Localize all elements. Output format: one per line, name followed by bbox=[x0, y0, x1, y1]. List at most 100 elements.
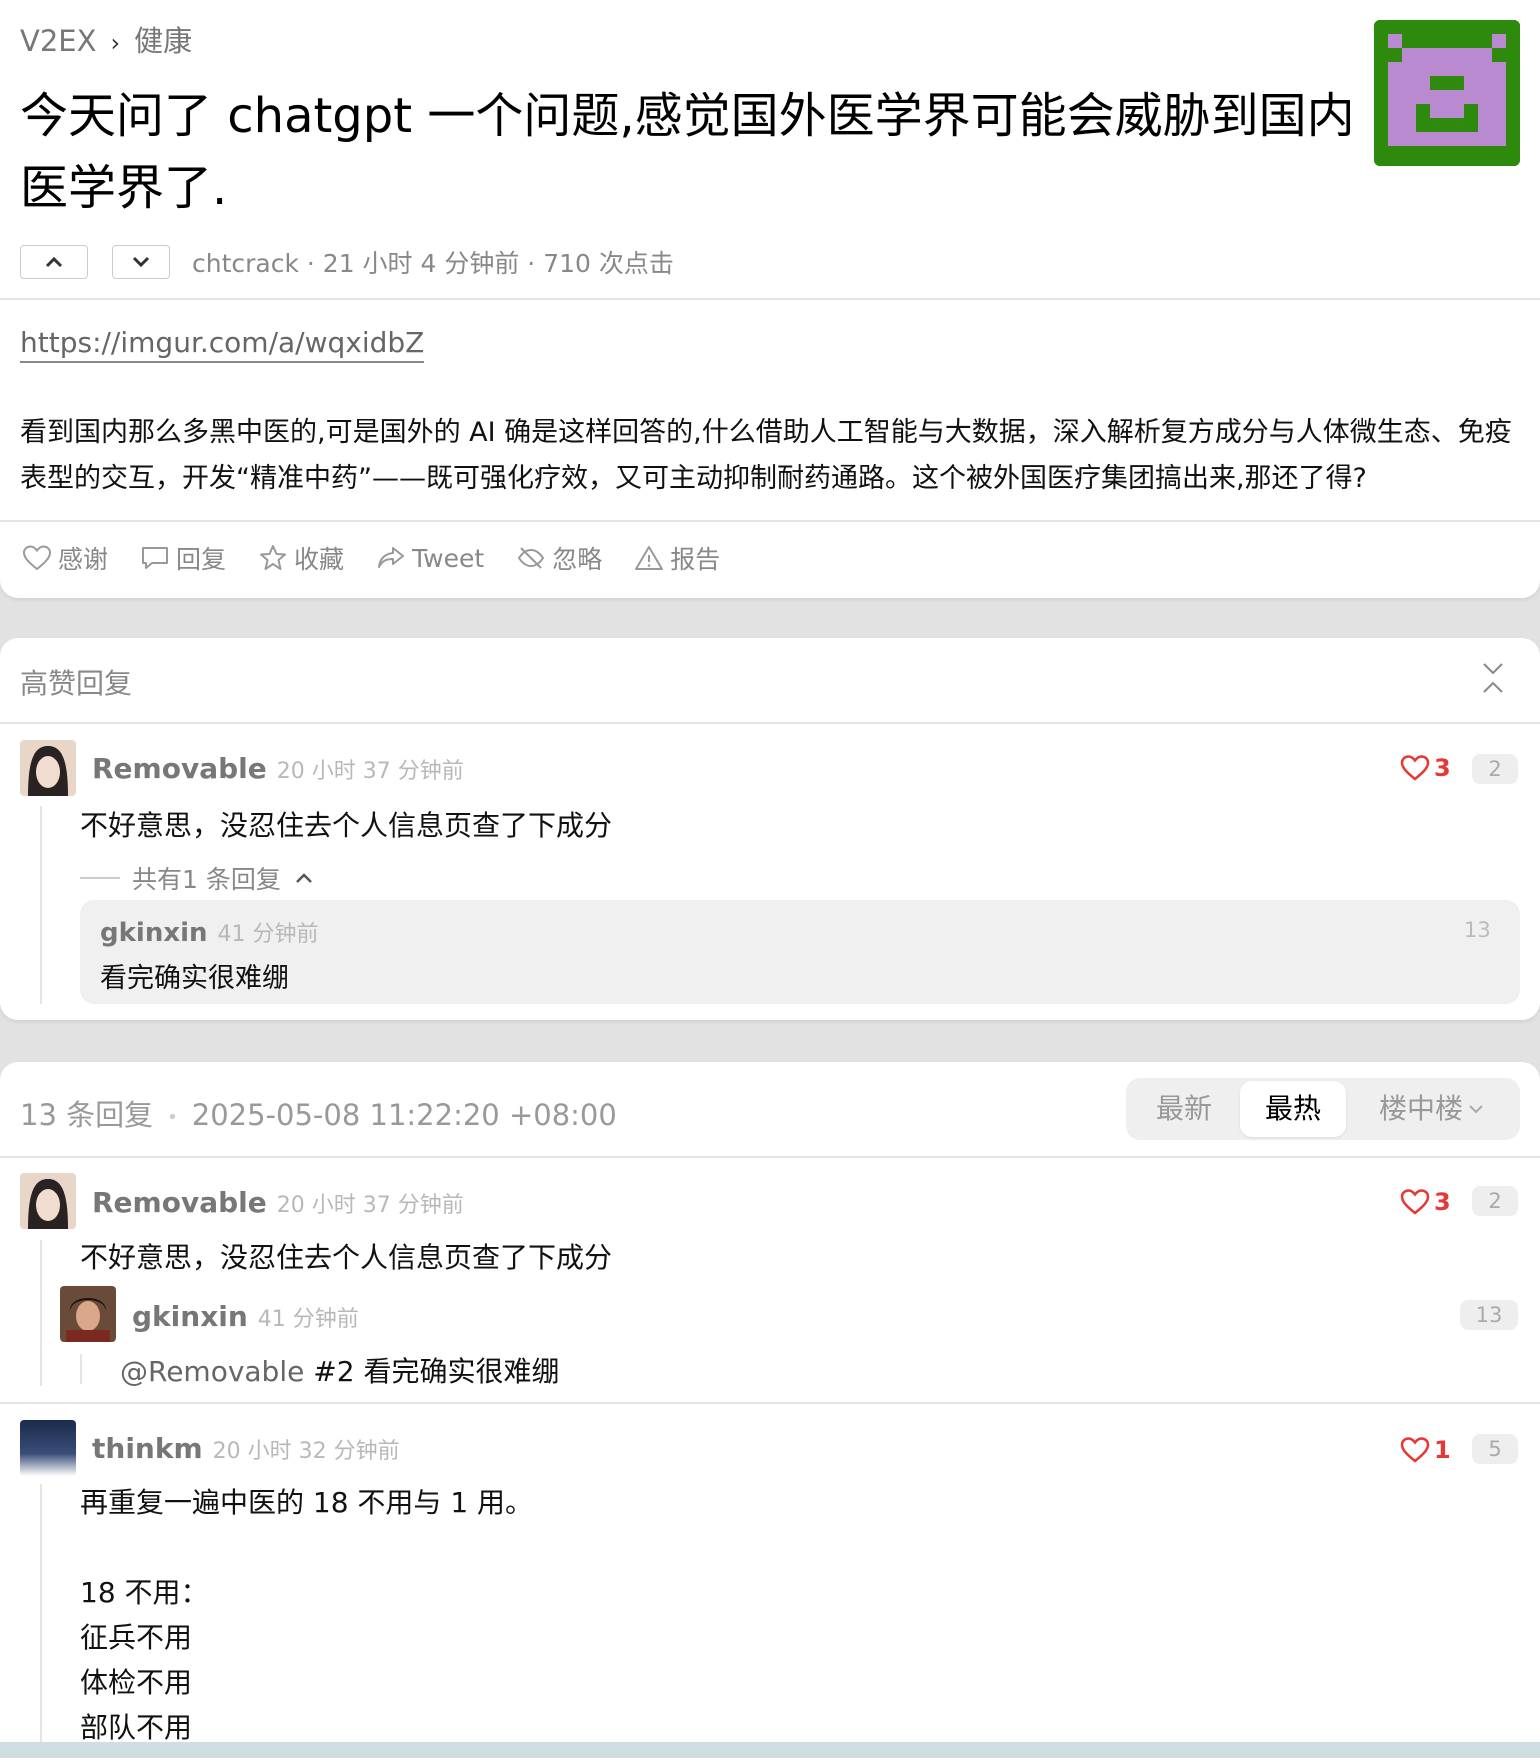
eye-off-icon bbox=[518, 547, 545, 569]
reply-count: 13 条回复 bbox=[20, 1098, 154, 1132]
ignore-button[interactable]: 忽略 bbox=[516, 540, 602, 576]
tweet-button[interactable]: Tweet bbox=[376, 540, 484, 576]
divider bbox=[0, 520, 1540, 522]
heart-icon bbox=[22, 545, 52, 571]
thread-line bbox=[40, 806, 42, 1004]
pixel-avatar-icon bbox=[1374, 20, 1520, 166]
reply-username[interactable]: Removable bbox=[92, 752, 267, 785]
report-label: 报告 bbox=[670, 545, 721, 574]
floor-ref[interactable]: #2 bbox=[313, 1355, 354, 1388]
reply-time: 20 小时 37 分钟前 bbox=[276, 1193, 464, 1218]
warning-icon bbox=[635, 546, 664, 570]
breadcrumb-separator: › bbox=[110, 29, 121, 57]
divider bbox=[0, 722, 1540, 724]
upvote-button[interactable] bbox=[20, 245, 88, 279]
child-reply-content: @Removable #2 看完确实很难绷 bbox=[120, 1350, 559, 1390]
user-avatar-icon bbox=[20, 1173, 76, 1229]
favorite-button[interactable]: 收藏 bbox=[258, 540, 344, 576]
header-dot: • bbox=[167, 1106, 178, 1128]
floor-number: 2 bbox=[1472, 1186, 1518, 1216]
toggle-line bbox=[80, 877, 120, 879]
heart-icon bbox=[1400, 1437, 1430, 1463]
topic-title: 今天问了 chatgpt 一个问题,感觉国外医学界可能会威胁到国内医学界了. bbox=[20, 88, 1355, 216]
last-reply-datetime: 2025-05-08 11:22:20 +08:00 bbox=[191, 1098, 617, 1132]
star-icon bbox=[260, 545, 287, 570]
chevron-down-icon bbox=[132, 256, 150, 268]
sub-reply-username[interactable]: gkinxin bbox=[100, 918, 208, 948]
tab-hot[interactable]: 最热 bbox=[1240, 1081, 1346, 1137]
breadcrumb: V2EX › 健康 bbox=[20, 18, 192, 60]
user-avatar-icon bbox=[60, 1286, 116, 1342]
like-count[interactable]: 3 bbox=[1400, 754, 1451, 782]
floor-number: 13 bbox=[1460, 1300, 1518, 1330]
like-count[interactable]: 3 bbox=[1400, 1188, 1451, 1216]
tab-latest[interactable]: 最新 bbox=[1126, 1078, 1242, 1140]
reply-username[interactable]: thinkm bbox=[92, 1432, 203, 1465]
collapse-button[interactable] bbox=[1480, 660, 1506, 700]
divider bbox=[0, 1402, 1540, 1404]
chevron-up-icon bbox=[295, 873, 312, 883]
favorite-label: 收藏 bbox=[294, 545, 345, 574]
breadcrumb-node-link[interactable]: 健康 bbox=[134, 24, 192, 58]
thank-button[interactable]: 感谢 bbox=[22, 540, 108, 576]
avatar[interactable] bbox=[20, 740, 76, 796]
avatar[interactable] bbox=[60, 1286, 116, 1342]
author-avatar[interactable] bbox=[1374, 20, 1520, 166]
reply-time: 20 小时 37 分钟前 bbox=[276, 759, 464, 784]
topic-actions: 感谢 回复 收藏 Tweet 忽略 报告 bbox=[22, 540, 720, 576]
reply-header: thinkm 20 小时 32 分钟前 bbox=[92, 1432, 400, 1465]
child-reply-text: 看完确实很难绷 bbox=[363, 1355, 560, 1388]
thread-line bbox=[40, 1240, 42, 1386]
sub-reply-header: gkinxin 41 分钟前 bbox=[100, 916, 319, 948]
reply-line-blank bbox=[80, 1525, 533, 1570]
reply-line: 体检不用 bbox=[80, 1666, 193, 1699]
breadcrumb-site-link[interactable]: V2EX bbox=[20, 24, 96, 58]
child-reply-header: gkinxin 41 分钟前 bbox=[132, 1300, 359, 1333]
sort-switcher: 最新 最热 楼中楼 bbox=[1126, 1078, 1520, 1140]
floor-number: 5 bbox=[1472, 1434, 1518, 1464]
mention-link[interactable]: @Removable bbox=[120, 1355, 304, 1388]
reply-line: 征兵不用 bbox=[80, 1621, 193, 1654]
reply-button[interactable]: 回复 bbox=[140, 540, 226, 576]
chevron-up-icon bbox=[45, 256, 63, 268]
chevron-down-icon bbox=[1469, 1105, 1483, 1114]
reply-username[interactable]: Removable bbox=[92, 1186, 267, 1219]
comment-icon bbox=[142, 547, 169, 569]
thread-line bbox=[80, 1354, 82, 1384]
tab-nested-label: 楼中楼 bbox=[1378, 1092, 1463, 1125]
avatar[interactable] bbox=[20, 1420, 76, 1476]
ignore-label: 忽略 bbox=[552, 545, 603, 574]
like-count-value: 1 bbox=[1434, 1436, 1451, 1464]
user-avatar-icon bbox=[20, 740, 76, 796]
report-button[interactable]: 报告 bbox=[634, 540, 720, 576]
divider bbox=[0, 1156, 1540, 1158]
child-reply-time: 41 分钟前 bbox=[257, 1307, 359, 1332]
child-reply-username[interactable]: gkinxin bbox=[132, 1300, 248, 1333]
bottom-bar bbox=[0, 1742, 1540, 1758]
reply-content: 不好意思，没忍住去个人信息页查了下成分 bbox=[80, 1241, 613, 1274]
like-count[interactable]: 1 bbox=[1400, 1436, 1451, 1464]
topic-content: 看到国内那么多黑中医的,可是国外的 AI 确是这样回答的,什么借助人工智能与大数… bbox=[20, 417, 1512, 494]
sub-reply-floor: 13 bbox=[1464, 918, 1491, 942]
collapse-icon bbox=[1483, 663, 1503, 693]
user-avatar-icon bbox=[20, 1420, 76, 1476]
reply-header: Removable 20 小时 37 分钟前 bbox=[92, 1186, 464, 1219]
heart-icon bbox=[1400, 1189, 1430, 1215]
thread-line bbox=[40, 1484, 42, 1742]
like-count-value: 3 bbox=[1434, 1188, 1451, 1216]
sub-reply-time: 41 分钟前 bbox=[217, 922, 319, 947]
avatar[interactable] bbox=[20, 1173, 76, 1229]
reply-content: 再重复一遍中医的 18 不用与 1 用。 18 不用： 征兵不用 体检不用 部队… bbox=[80, 1480, 533, 1750]
heart-icon bbox=[1400, 755, 1430, 781]
reply-list-header: 13 条回复 • 2025-05-08 11:22:20 +08:00 bbox=[20, 1092, 617, 1134]
divider bbox=[0, 298, 1540, 300]
downvote-button[interactable] bbox=[112, 245, 170, 279]
like-count-value: 3 bbox=[1434, 754, 1451, 782]
tab-nested[interactable]: 楼中楼 bbox=[1352, 1078, 1512, 1140]
share-icon bbox=[378, 547, 405, 568]
reply-line: 再重复一遍中医的 18 不用与 1 用。 bbox=[80, 1486, 534, 1519]
topic-link[interactable]: https://imgur.com/a/wqxidbZ bbox=[20, 326, 425, 363]
sub-replies-toggle[interactable]: 共有1 条回复 bbox=[80, 860, 315, 896]
reply-header: Removable 20 小时 37 分钟前 bbox=[92, 752, 464, 785]
reply-line: 18 不用： bbox=[80, 1576, 209, 1609]
